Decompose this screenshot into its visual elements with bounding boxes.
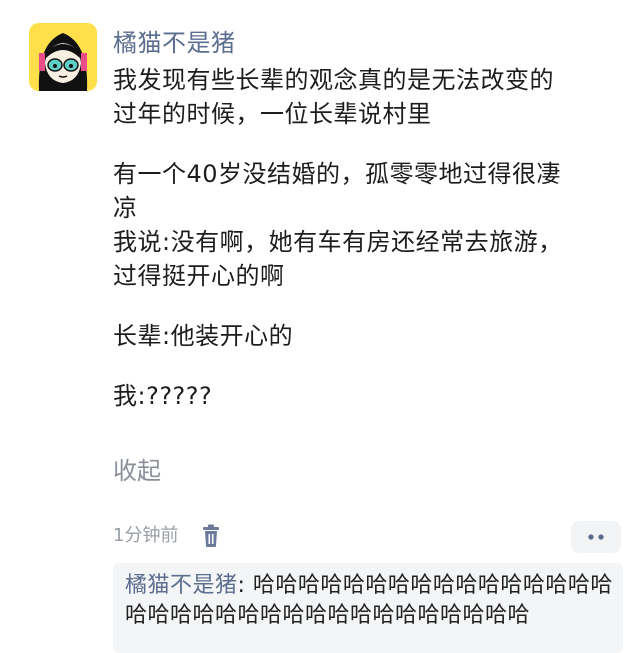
post-body: 我发现有些长辈的观念真的是无法改变的 过年的时候，一位长辈说村里 有一个40岁没… bbox=[113, 63, 623, 413]
post-meta: 1分钟前 bbox=[113, 520, 222, 552]
post-line: 过得挺开心的啊 bbox=[113, 262, 285, 290]
post-time: 1分钟前 bbox=[113, 525, 179, 546]
post-line: 我说:没有啊，她有车有房还经常去旅游， bbox=[113, 228, 563, 256]
collapse-link[interactable]: 收起 bbox=[113, 454, 161, 488]
reply-separator: : bbox=[237, 573, 253, 598]
post-line: 过年的时候，一位长辈说村里 bbox=[113, 100, 432, 128]
post-line: 我发现有些长辈的观念真的是无法改变的 bbox=[113, 66, 554, 94]
post-line: 长辈:他装开心的 bbox=[113, 322, 294, 350]
post-line: 有一个40岁没结婚的，孤零零地过得很凄 bbox=[113, 160, 562, 188]
post-line: 凉 bbox=[113, 194, 138, 222]
username[interactable]: 橘猫不是猪 bbox=[113, 27, 236, 59]
trash-icon[interactable] bbox=[200, 524, 222, 548]
reply-author[interactable]: 橘猫不是猪 bbox=[125, 573, 238, 598]
more-dots-icon bbox=[588, 534, 604, 540]
reply-text: 橘猫不是猪: 哈哈哈哈哈哈哈哈哈哈哈哈哈哈哈哈哈哈哈哈哈哈哈哈哈哈哈哈哈哈哈哈哈… bbox=[125, 571, 615, 631]
avatar[interactable] bbox=[29, 23, 97, 91]
post-line: 我:????? bbox=[113, 382, 213, 410]
more-button[interactable] bbox=[571, 521, 621, 553]
avatar-cartoon-girl-icon bbox=[29, 23, 97, 91]
